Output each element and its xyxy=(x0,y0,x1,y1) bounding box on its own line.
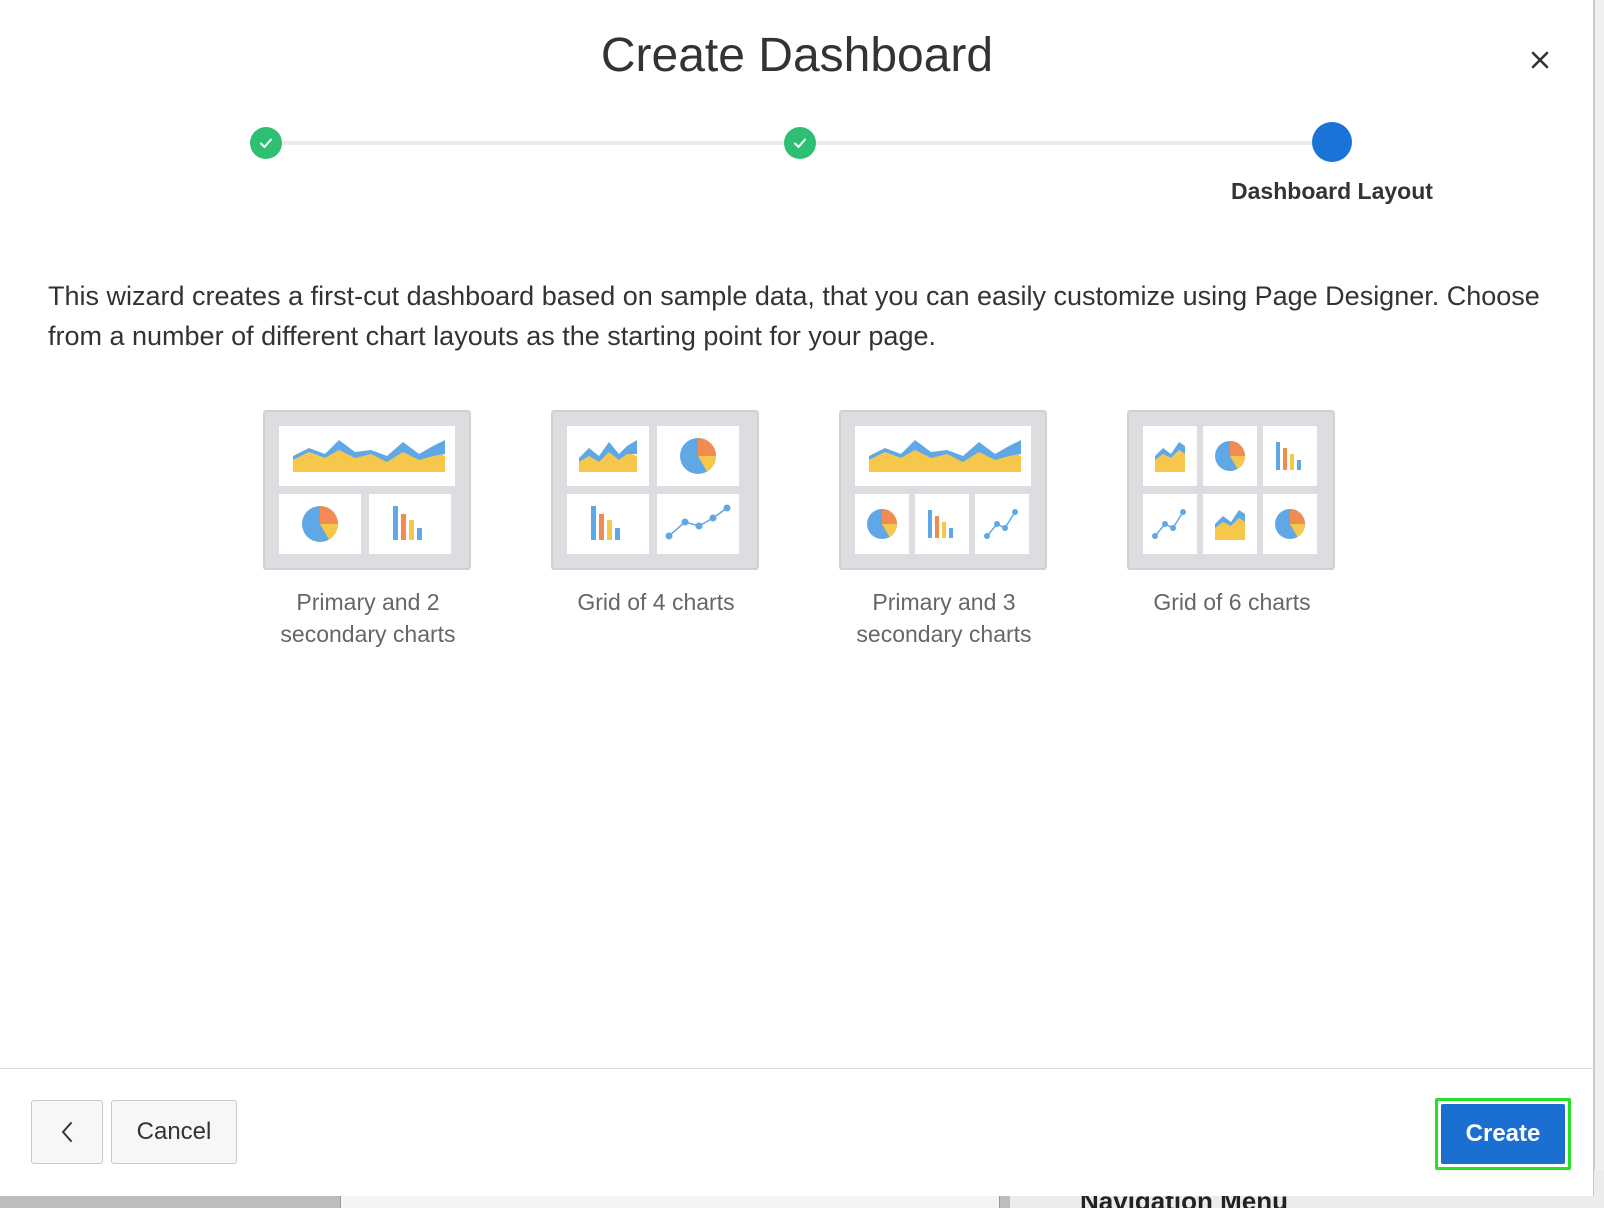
pie-chart-icon xyxy=(657,426,739,486)
layout-label: Grid of 6 charts xyxy=(1127,586,1337,618)
layout-option-primary-2[interactable]: Primary and 2 secondary charts xyxy=(263,410,473,650)
wizard-step-3-current xyxy=(1312,122,1352,162)
line-chart-icon xyxy=(975,494,1029,554)
area-chart-icon xyxy=(1203,494,1257,554)
layout-label: Primary and 3 secondary charts xyxy=(839,586,1049,650)
layout-label: Grid of 4 charts xyxy=(551,586,761,618)
line-chart-icon xyxy=(657,494,739,554)
bar-chart-icon xyxy=(915,494,969,554)
layout-label-line1: Primary and 2 xyxy=(296,589,440,615)
layout-thumbnail xyxy=(839,410,1047,570)
layout-label-line1: Grid of 4 charts xyxy=(577,589,735,615)
pie-chart-icon xyxy=(1203,426,1257,486)
check-icon xyxy=(794,138,806,148)
dialog-title: Create Dashboard xyxy=(600,29,994,82)
bar-chart-icon xyxy=(1263,426,1317,486)
footer-divider xyxy=(0,1068,1594,1069)
back-button[interactable] xyxy=(31,1100,103,1164)
layout-label-line1: Grid of 6 charts xyxy=(1153,589,1311,615)
pie-chart-icon xyxy=(1263,494,1317,554)
wizard-step-1 xyxy=(250,127,282,159)
bar-chart-icon xyxy=(369,494,451,554)
layout-thumbnail xyxy=(263,410,471,570)
create-dashboard-dialog: Create Dashboard Dashboard Layout This w… xyxy=(0,0,1594,1196)
create-button[interactable]: Create xyxy=(1441,1104,1565,1164)
pie-chart-icon xyxy=(279,494,361,554)
line-chart-icon xyxy=(1143,494,1197,554)
cancel-button[interactable]: Cancel xyxy=(111,1100,237,1164)
layout-label-line2: secondary charts xyxy=(280,621,456,647)
layout-label-line2: secondary charts xyxy=(856,621,1032,647)
layout-label-line1: Primary and 3 xyxy=(872,589,1016,615)
bar-chart-icon xyxy=(567,494,649,554)
wizard-step-label: Dashboard Layout xyxy=(1231,178,1433,204)
close-icon xyxy=(1531,51,1549,69)
check-icon xyxy=(260,138,272,148)
area-chart-icon xyxy=(279,426,455,486)
layout-option-grid-6[interactable]: Grid of 6 charts xyxy=(1127,410,1337,618)
layout-option-primary-3[interactable]: Primary and 3 secondary charts xyxy=(839,410,1049,650)
layout-thumbnail xyxy=(551,410,759,570)
wizard-step-2 xyxy=(784,127,816,159)
close-button[interactable] xyxy=(1518,38,1562,82)
pie-chart-icon xyxy=(855,494,909,554)
area-chart-icon xyxy=(1143,426,1197,486)
layout-label: Primary and 2 secondary charts xyxy=(263,586,473,650)
area-chart-icon xyxy=(855,426,1031,486)
layout-option-grid-4[interactable]: Grid of 4 charts xyxy=(551,410,761,618)
wizard-description: This wizard creates a first-cut dashboar… xyxy=(48,281,1540,351)
layout-thumbnail xyxy=(1127,410,1335,570)
area-chart-icon xyxy=(567,426,649,486)
background-scroll-strip xyxy=(1594,0,1604,1170)
chevron-left-icon xyxy=(62,1122,72,1142)
